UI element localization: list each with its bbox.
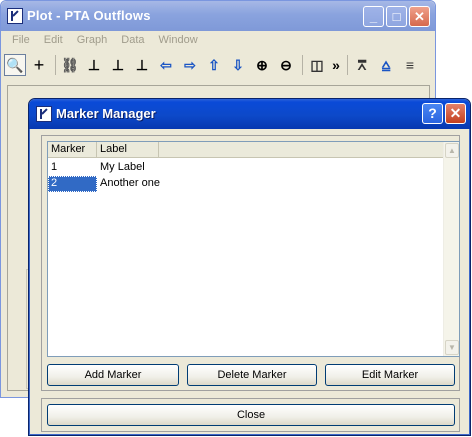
close-icon: ✕ [414,9,425,24]
help-icon: ? [428,105,437,121]
table-header: Marker Label [48,142,445,158]
maximize-icon: □ [392,9,401,24]
axis-icon[interactable]: ⊥ [83,54,105,76]
column-header-label[interactable]: Label [97,142,159,158]
close-button[interactable]: ✕ [409,6,430,27]
pan-down-icon[interactable]: ⇩ [227,54,249,76]
zoom-out-icon[interactable]: ⊖ [275,54,297,76]
dialog-close-button[interactable]: ✕ [445,103,466,124]
app-logo-icon [7,8,23,24]
marker-manager-dialog: Marker Manager ? ✕ Marker Label 1 My Lab… [28,98,471,436]
maximize-button[interactable]: □ [386,6,407,27]
plot-titlebar[interactable]: Plot - PTA Outflows _ □ ✕ [1,1,435,31]
plot-window-title: Plot - PTA Outflows [27,8,151,23]
pan-up-icon[interactable]: ⇧ [203,54,225,76]
menu-data[interactable]: Data [114,32,151,50]
scroll-down-icon[interactable]: ▼ [445,340,459,355]
axis-s-icon[interactable]: ⊥ [131,54,153,76]
help-button[interactable]: ? [422,103,443,124]
minimize-icon: _ [369,9,378,24]
minimize-button[interactable]: _ [363,6,384,27]
crosshair-icon[interactable]: + [28,54,50,76]
table-row[interactable]: 1 My Label [48,160,445,176]
split-icon[interactable]: ◫ [306,54,328,76]
menu-window[interactable]: Window [152,32,205,50]
add-marker-button[interactable]: Add Marker [47,364,179,386]
cell-label[interactable]: Another one [97,176,277,192]
dialog-titlebar[interactable]: Marker Manager ? ✕ [29,99,470,129]
pan-left-icon[interactable]: ⇦ [155,54,177,76]
dialog-body: Marker Label 1 My Label 2 Another one ▲ … [32,129,467,432]
zoom-select-icon[interactable]: 🔍 [4,54,26,76]
delete-marker-button[interactable]: Delete Marker [187,364,317,386]
toolbar-separator [302,55,303,75]
app-logo-icon [36,106,52,122]
cell-label[interactable]: My Label [97,160,277,176]
more-icon[interactable]: » [330,54,342,76]
stack-icon[interactable]: ≡ [399,54,421,76]
link-icon[interactable]: ⛓ [59,54,81,76]
menu-edit[interactable]: Edit [37,32,70,50]
close-icon: ✕ [449,105,462,121]
close-group: Close [41,398,460,432]
toolbar-separator [347,55,348,75]
menubar: File Edit Graph Data Window [5,32,205,50]
pan-right-icon[interactable]: ⇨ [179,54,201,76]
menu-graph[interactable]: Graph [70,32,115,50]
axis-r-icon[interactable]: ⊥ [107,54,129,76]
table-row[interactable]: 2 Another one [48,176,445,192]
zoom-in-icon[interactable]: ⊕ [251,54,273,76]
column-header-marker[interactable]: Marker [48,142,97,158]
scroll-up-icon[interactable]: ▲ [445,143,459,158]
marker-table[interactable]: Marker Label 1 My Label 2 Another one ▲ … [47,141,460,357]
table-body: 1 My Label 2 Another one [48,160,445,192]
dialog-title: Marker Manager [56,106,156,121]
vertical-scrollbar[interactable]: ▲ ▼ [443,142,459,356]
cell-marker[interactable]: 1 [48,160,97,176]
cell-marker-selected[interactable]: 2 [48,176,97,192]
close-dialog-button[interactable]: Close [47,404,455,426]
plot-toolbar: 🔍 + ⛓ ⊥ ⊥ ⊥ ⇦ ⇨ ⇧ ⇩ ⊕ ⊖ ◫ » ⩞ ⩠ ≡ [4,52,432,78]
toolbar-separator [55,55,56,75]
shift-up-icon[interactable]: ⩞ [351,54,373,76]
shift-down-icon[interactable]: ⩠ [375,54,397,76]
edit-marker-button[interactable]: Edit Marker [325,364,455,386]
marker-group: Marker Label 1 My Label 2 Another one ▲ … [41,135,460,391]
menu-file[interactable]: File [5,32,37,50]
